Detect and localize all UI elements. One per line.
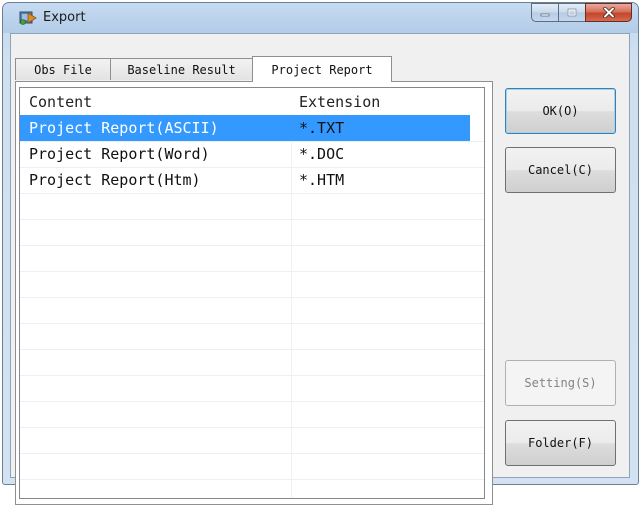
list-item-extension: *.DOC	[299, 145, 345, 163]
empty-row	[20, 401, 484, 428]
export-dialog: Export Obs File Baseline Result Project …	[2, 2, 639, 505]
list-item-word[interactable]: Project Report(Word) *.DOC	[20, 141, 484, 168]
list-item-content: Project Report(Htm)	[29, 171, 201, 189]
empty-row	[20, 245, 484, 272]
report-list[interactable]: Content Extension Project Report(ASCII) …	[19, 87, 485, 499]
empty-row	[20, 193, 484, 220]
empty-row	[20, 375, 484, 402]
empty-row	[20, 453, 484, 480]
caption-buttons	[531, 3, 632, 23]
maximize-icon	[567, 8, 577, 17]
setting-button[interactable]: Setting(S)	[505, 360, 616, 406]
empty-row	[20, 427, 484, 454]
folder-button[interactable]: Folder(F)	[505, 420, 616, 466]
empty-row	[20, 297, 484, 324]
list-item-content: Project Report(Word)	[29, 145, 210, 163]
list-item-extension: *.TXT	[299, 119, 345, 137]
column-header-extension[interactable]: Extension	[290, 88, 470, 115]
empty-row	[20, 271, 484, 298]
window-title: Export	[43, 10, 86, 25]
list-item-content: Project Report(ASCII)	[29, 119, 219, 137]
minimize-button[interactable]	[531, 3, 558, 22]
cancel-button[interactable]: Cancel(C)	[505, 147, 616, 193]
ok-button[interactable]: OK(O)	[505, 88, 616, 134]
close-icon	[602, 7, 615, 18]
empty-row	[20, 349, 484, 376]
tab-baseline-result[interactable]: Baseline Result	[110, 58, 253, 80]
list-item-htm[interactable]: Project Report(Htm) *.HTM	[20, 167, 484, 194]
empty-row	[20, 219, 484, 246]
list-item-ascii[interactable]: Project Report(ASCII) *.TXT	[20, 115, 484, 142]
close-button[interactable]	[585, 3, 632, 22]
dialog-client-area: Obs File Baseline Result Project Report …	[10, 33, 630, 505]
list-item-extension: *.HTM	[299, 171, 345, 189]
title-bar[interactable]: Export	[3, 3, 638, 33]
export-app-icon	[19, 11, 37, 25]
list-header: Content Extension	[20, 88, 484, 115]
tab-project-report[interactable]: Project Report	[252, 56, 392, 82]
column-header-content[interactable]: Content	[20, 88, 290, 115]
minimize-icon	[540, 13, 550, 16]
tab-obs-file[interactable]: Obs File	[15, 58, 111, 80]
maximize-button[interactable]	[558, 3, 585, 22]
empty-row	[20, 323, 484, 350]
